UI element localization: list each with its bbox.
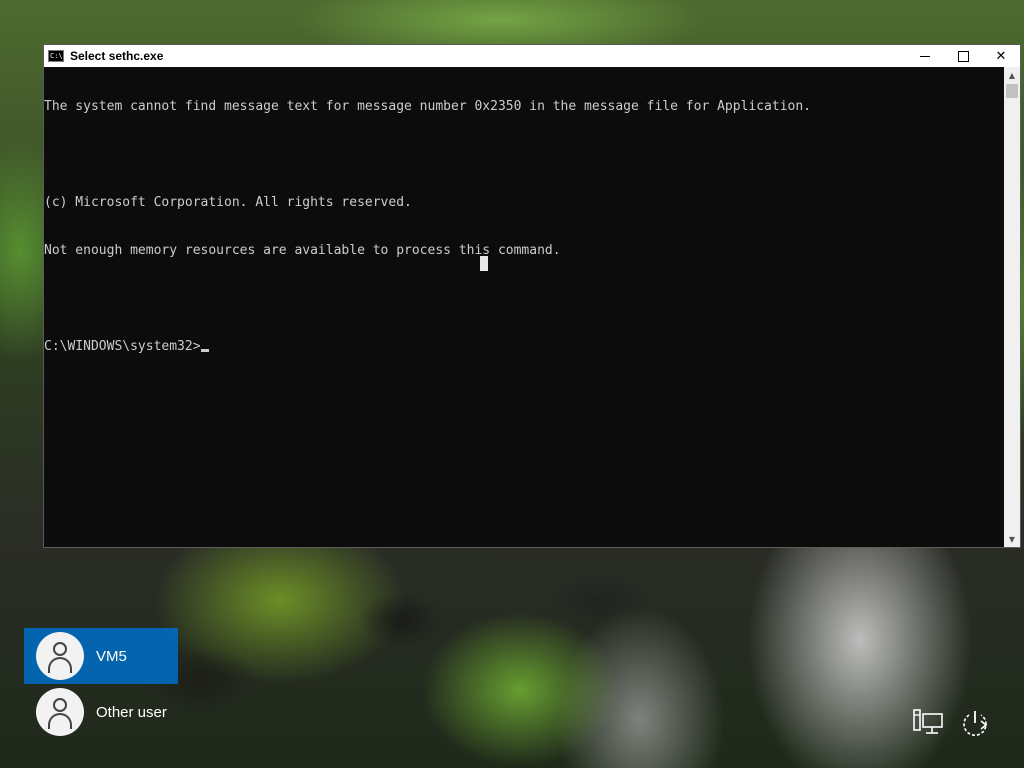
user-avatar-icon — [36, 688, 84, 736]
vertical-scrollbar[interactable]: ▲ ▼ — [1004, 67, 1020, 547]
close-icon: ✕ — [995, 48, 1007, 64]
console-window[interactable]: C:\ Select sethc.exe ✕ The system cannot… — [44, 45, 1020, 547]
scroll-thumb[interactable] — [1006, 84, 1018, 98]
user-name: Other user — [96, 703, 167, 721]
scroll-down-icon[interactable]: ▼ — [1004, 531, 1020, 547]
mouse-caret — [480, 256, 488, 271]
user-tile-vm5[interactable]: VM5 — [24, 628, 178, 684]
console-icon: C:\ — [48, 50, 64, 62]
window-title: Select sethc.exe — [70, 49, 164, 63]
user-avatar-icon — [36, 632, 84, 680]
command-prompt-line[interactable]: C:\WINDOWS\system32> — [44, 339, 1004, 355]
scroll-up-icon[interactable]: ▲ — [1004, 67, 1020, 83]
title-bar[interactable]: C:\ Select sethc.exe ✕ — [44, 45, 1020, 67]
minimize-icon — [920, 55, 930, 57]
minimize-button[interactable] — [906, 45, 944, 67]
maximize-icon — [957, 50, 969, 62]
user-tile-other-user[interactable]: Other user — [24, 684, 178, 740]
text-cursor — [200, 349, 209, 352]
console-output[interactable]: The system cannot find message text for … — [44, 67, 1004, 547]
close-button[interactable]: ✕ — [982, 45, 1020, 67]
console-line: The system cannot find message text for … — [44, 99, 812, 114]
window-controls: ✕ — [906, 45, 1020, 67]
maximize-button[interactable] — [944, 45, 982, 67]
console-line: Not enough memory resources are availabl… — [44, 243, 561, 258]
command-prompt: C:\WINDOWS\system32> — [44, 339, 201, 354]
console-line: (c) Microsoft Corporation. All rights re… — [44, 195, 412, 210]
network-icon[interactable] — [912, 707, 944, 739]
user-name: VM5 — [96, 647, 127, 665]
power-icon[interactable] — [959, 707, 991, 739]
